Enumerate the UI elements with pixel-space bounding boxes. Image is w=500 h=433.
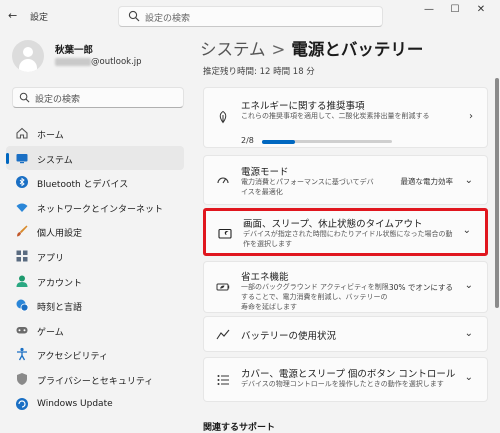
sidebar-item-label: ネットワークとインターネット [37, 204, 164, 215]
list-icon [217, 375, 229, 385]
title-bar: ← 設定 設定の検索 — ☐ ✕ [0, 0, 500, 30]
power-mode-card[interactable]: 電源モード 電力消費とパフォーマンスに基づいてデバイスを最適化 最適な電力効率 … [203, 155, 488, 205]
related-support-heading: 関連するサポート [203, 423, 276, 433]
update-icon [16, 397, 28, 410]
sidebar-item-label: アプリ [37, 253, 65, 264]
back-button[interactable]: ← [8, 9, 17, 22]
card-description: デバイスの物理コントロールを操作したときの動作を選択します [241, 380, 444, 388]
sidebar-item-label: 個人用設定 [37, 229, 83, 240]
time-language-icon [16, 299, 29, 312]
sidebar-item-bluetooth[interactable]: Bluetooth とデバイス [6, 170, 184, 195]
card-description: デバイスが指定された時間にわたりアイドル状態になった場合の動作を選択します [243, 230, 453, 248]
sidebar-item-privacy[interactable]: プライバシーとセキュリティ [6, 367, 184, 392]
sidebar-item-gaming[interactable]: ゲーム [6, 318, 184, 343]
user-name: 秋葉一郎 [55, 45, 94, 56]
breadcrumb-separator: > [271, 40, 286, 59]
card-description: これらの推奨事項を適用して、二酸化炭素排出量を削減する [241, 112, 430, 120]
chevron-down-icon: ⌄ [464, 372, 473, 383]
sidebar-item-label: システム [37, 155, 73, 166]
maximize-button[interactable]: ☐ [442, 4, 468, 15]
card-title: 省エネ機能 [241, 272, 289, 283]
bluetooth-icon [16, 176, 28, 189]
sidebar-item-accounts[interactable]: アカウント [6, 269, 184, 294]
gauge-icon [217, 177, 229, 184]
card-description: 電力消費とパフォーマンスに基づいてデバイスを最適化 [241, 178, 374, 196]
system-icon [16, 153, 28, 163]
breadcrumb-parent[interactable]: システム [200, 40, 266, 59]
card-title: カバー、電源とスリープ 個のボタン コントロール [241, 369, 456, 380]
brush-icon [17, 225, 28, 237]
sidebar-item-label: Windows Update [37, 398, 113, 409]
card-title: 画面、スリープ、休止状態のタイムアウト [243, 219, 423, 230]
energy-saver-card[interactable]: 省エネ機能 一部のバックグラウンド アクティビティを制限することで、電力消費を削… [203, 261, 488, 313]
card-title: エネルギーに関する推奨事項 [241, 101, 365, 112]
chart-line-icon [216, 329, 230, 340]
search-placeholder: 設定の検索 [35, 95, 81, 105]
breadcrumb: システム > 電源とバッテリー [200, 36, 423, 60]
page-title: 電源とバッテリー [291, 40, 424, 59]
search-placeholder: 設定の検索 [145, 14, 191, 24]
chevron-down-icon: ⌄ [464, 280, 473, 291]
sidebar-item-label: アクセシビリティ [37, 352, 109, 363]
search-icon [19, 92, 30, 103]
app-title: 設定 [30, 13, 49, 23]
apps-icon [16, 250, 28, 262]
redacted-email [55, 57, 91, 66]
sidebar-nav: ホーム システム Bluetooth とデバイス ネットワークとインターネット … [6, 121, 186, 416]
sidebar-item-system[interactable]: システム [6, 145, 184, 171]
lid-power-buttons-card[interactable]: カバー、電源とスリープ 個のボタン コントロール デバイスの物理コントロールを操… [203, 357, 488, 402]
sidebar-item-label: アカウント [37, 278, 83, 289]
progress-fill [262, 139, 295, 144]
chevron-down-icon: ⌄ [464, 175, 473, 186]
energy-saver-value: 30% でオンにする [388, 283, 453, 292]
sidebar-search-input[interactable]: 設定の検索 [12, 87, 184, 108]
top-search-input[interactable]: 設定の検索 [118, 6, 383, 27]
card-description: 一部のバックグラウンド アクティビティを制限することで、電力消費を削減し、バッテ… [241, 283, 389, 311]
battery-usage-card[interactable]: バッテリーの使用状況 ⌄ [203, 316, 488, 352]
accessibility-icon [17, 348, 27, 361]
power-mode-value: 最適な電力効率 [400, 177, 454, 186]
window-controls: — ☐ ✕ [416, 4, 494, 15]
battery-leaf-icon [216, 283, 230, 291]
chevron-down-icon: ⌄ [464, 328, 473, 339]
sidebar-item-label: 時刻と言語 [37, 303, 83, 314]
progress-label: 2/8 [241, 136, 254, 145]
sidebar-item-time-language[interactable]: 時刻と言語 [6, 293, 184, 318]
sidebar-item-windows-update[interactable]: Windows Update [6, 392, 184, 417]
progress-bar [262, 139, 392, 144]
monitor-sleep-icon [218, 228, 232, 239]
close-button[interactable]: ✕ [468, 4, 494, 15]
gamepad-icon [16, 326, 28, 334]
avatar [12, 40, 44, 72]
chevron-right-icon: › [469, 111, 473, 122]
card-title: バッテリーの使用状況 [241, 331, 337, 342]
sidebar-item-home[interactable]: ホーム [6, 121, 184, 146]
chevron-down-icon: ⌄ [462, 225, 471, 236]
shield-icon [17, 372, 27, 385]
sidebar-item-accessibility[interactable]: アクセシビリティ [6, 342, 184, 367]
sidebar-item-apps[interactable]: アプリ [6, 244, 184, 269]
sidebar-item-personalization[interactable]: 個人用設定 [6, 219, 184, 244]
user-email: @outlook.jp [55, 57, 142, 67]
sidebar-item-network[interactable]: ネットワークとインターネット [6, 195, 184, 220]
minimize-button[interactable]: — [416, 4, 442, 15]
sidebar-item-label: Bluetooth とデバイス [37, 180, 129, 191]
leaf-icon [219, 110, 227, 124]
sleep-timeout-card[interactable]: 画面、スリープ、休止状態のタイムアウト デバイスが指定された時間にわたりアイドル… [203, 208, 488, 256]
home-icon [16, 127, 28, 139]
sidebar-item-label: ゲーム [37, 327, 64, 338]
sidebar-item-label: プライバシーとセキュリティ [37, 376, 154, 387]
account-icon [16, 275, 28, 287]
search-icon [128, 10, 140, 22]
remaining-time: 推定残り時間: 12 時間 18 分 [203, 67, 315, 77]
scrollbar[interactable] [495, 78, 499, 308]
energy-recommendations-card[interactable]: エネルギーに関する推奨事項 これらの推奨事項を適用して、二酸化炭素排出量を削減す… [203, 87, 488, 148]
card-title: 電源モード [241, 167, 289, 178]
wifi-icon [16, 203, 28, 212]
sidebar-item-label: ホーム [37, 131, 64, 141]
